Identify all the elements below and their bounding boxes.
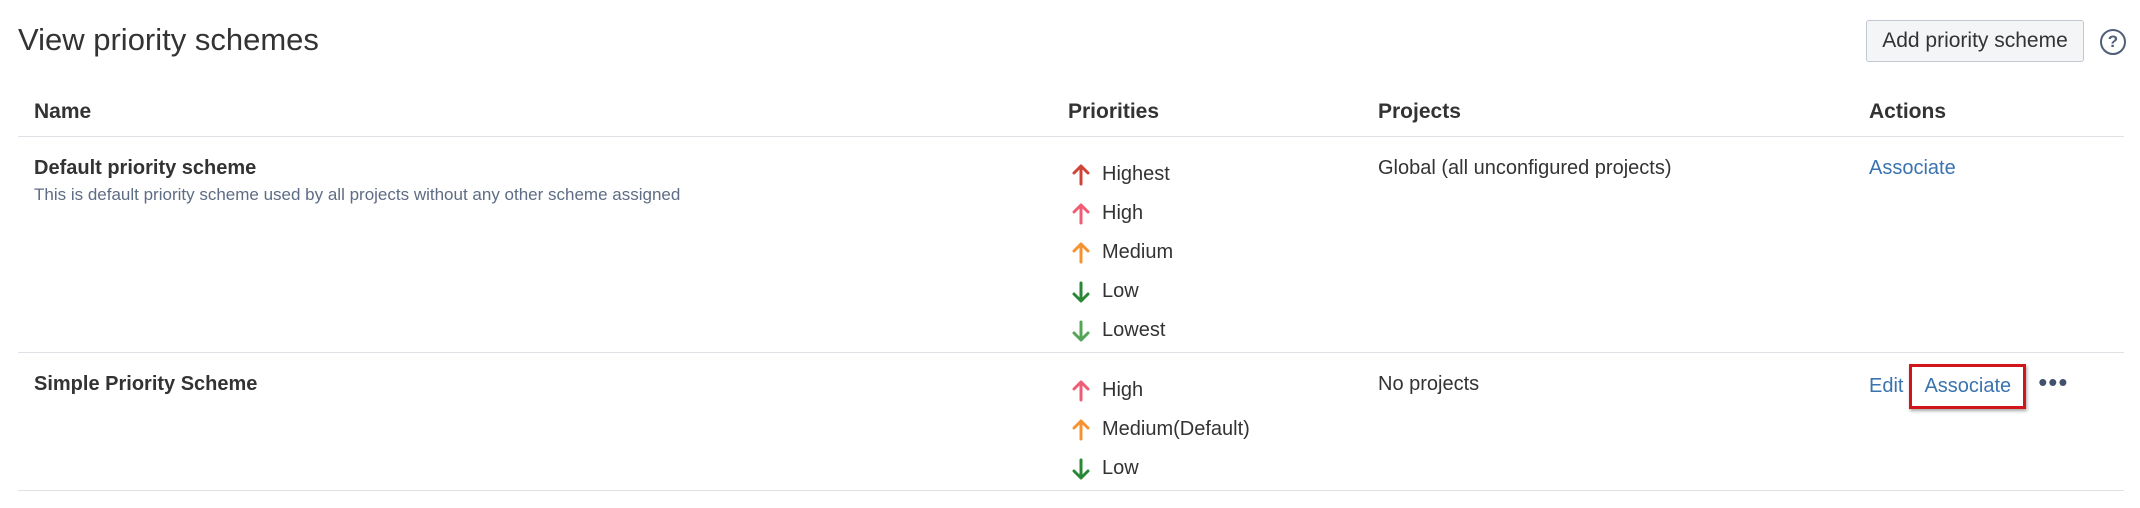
arrow-up-icon	[1072, 242, 1090, 263]
column-header-priorities: Priorities	[1068, 100, 1160, 123]
priority-label: Highest	[1102, 163, 1170, 185]
associate-link[interactable]: Associate	[1869, 157, 1956, 179]
table-header: Name Priorities Projects Actions	[18, 90, 2124, 137]
priority-schemes-table: Name Priorities Projects Actions Default…	[18, 90, 2124, 491]
priority-item: High	[1068, 194, 1173, 233]
edit-link[interactable]: Edit	[1869, 375, 1903, 398]
arrow-down-icon	[1072, 320, 1090, 341]
priority-label: Lowest	[1102, 319, 1166, 341]
more-actions-icon[interactable]: •••	[2038, 369, 2068, 395]
arrow-up-icon	[1072, 380, 1090, 401]
arrow-down-icon	[1072, 281, 1090, 302]
table-row: Default priority scheme This is default …	[18, 137, 2124, 353]
priority-item: Lowest	[1068, 311, 1173, 350]
arrow-down-icon	[1072, 458, 1090, 479]
column-header-actions: Actions	[1869, 100, 1947, 123]
column-header-name: Name	[34, 100, 92, 123]
priority-list: Highest High Medium Low Lowest	[1068, 155, 1173, 350]
priority-label: Medium	[1102, 241, 1174, 263]
arrow-up-icon	[1072, 419, 1090, 440]
associate-highlight-box: Associate	[1909, 363, 2027, 409]
scheme-name: Simple Priority Scheme	[34, 373, 258, 395]
priority-item: High	[1068, 371, 1250, 410]
priority-item: Low	[1068, 449, 1250, 488]
priority-item: Medium(Default)	[1068, 410, 1250, 449]
scheme-description: This is default priority scheme used by …	[34, 185, 681, 204]
arrow-up-icon	[1072, 164, 1090, 185]
column-header-projects: Projects	[1378, 100, 1461, 123]
priority-label: Low	[1102, 280, 1139, 302]
priority-label: High	[1102, 202, 1144, 224]
scheme-projects: Global (all unconfigured projects)	[1378, 157, 1672, 179]
associate-link[interactable]: Associate	[1924, 375, 2011, 397]
add-priority-scheme-button[interactable]: Add priority scheme	[1866, 20, 2084, 62]
priority-label: Low	[1102, 457, 1139, 479]
scheme-name: Default priority scheme	[34, 157, 257, 179]
page: View priority schemes Add priority schem…	[0, 0, 2140, 508]
priority-item: Medium	[1068, 233, 1173, 272]
priority-item: Highest	[1068, 155, 1173, 194]
row-actions: Associate	[1869, 157, 1956, 180]
page-title: View priority schemes	[18, 22, 319, 57]
priority-list: High Medium(Default) Low	[1068, 371, 1250, 488]
scheme-projects: No projects	[1378, 373, 1480, 395]
arrow-up-icon	[1072, 203, 1090, 224]
table-row: Simple Priority Scheme High Medium(Defaul…	[18, 353, 2124, 491]
help-icon[interactable]: ?	[2100, 29, 2126, 55]
row-actions: Edit Associate •••	[1869, 361, 2069, 411]
priority-label: Medium(Default)	[1102, 418, 1250, 440]
priority-item: Low	[1068, 272, 1173, 311]
priority-label: High	[1102, 379, 1144, 401]
